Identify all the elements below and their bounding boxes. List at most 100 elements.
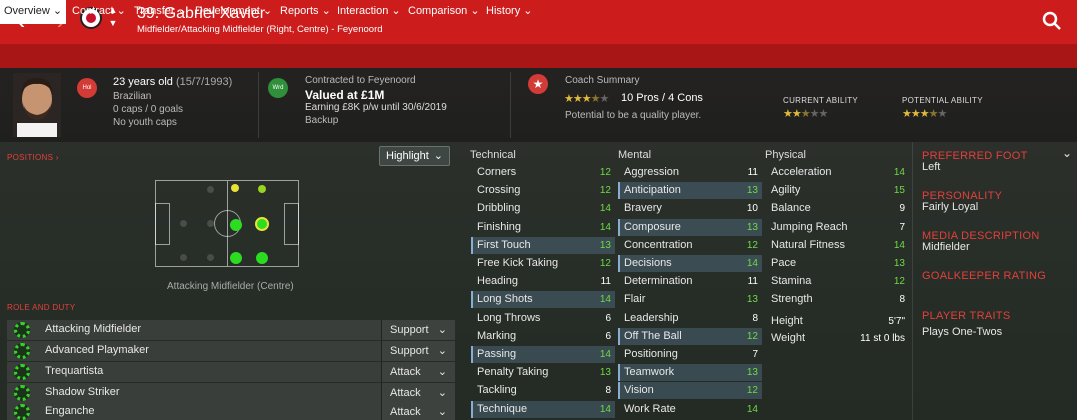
attribute-row[interactable]: Tackling 8 [471, 382, 615, 399]
attribute-value: 15 [893, 185, 905, 197]
attribute-row[interactable]: Free Kick Taking 12 [471, 255, 615, 272]
attribute-value: 11 [747, 276, 758, 288]
tab-overview[interactable]: Overview ⌄ [0, 0, 67, 24]
role-name: Advanced Playmaker [45, 344, 149, 356]
tab-transfer[interactable]: Transfer ⌄ [134, 0, 187, 24]
attribute-value: 7 [899, 221, 905, 233]
attribute-row[interactable]: Long Shots 14 [471, 291, 615, 309]
tab-reports[interactable]: Reports ⌄ [280, 0, 331, 24]
attribute-row[interactable]: Heading 11 [471, 273, 615, 290]
attribute-name: Penalty Taking [477, 366, 549, 379]
attribute-name: Finishing [477, 220, 522, 233]
attribute-value: 13 [746, 221, 758, 233]
attribute-row[interactable]: Finishing 14 [471, 219, 615, 236]
attribute-row[interactable]: Pace 13 [765, 255, 909, 272]
attribute-row[interactable]: Leadership 8 [618, 310, 762, 327]
attribute-name: Vision [624, 384, 654, 397]
tab-comparison[interactable]: Comparison ⌄ [408, 0, 480, 24]
player-value[interactable]: Valued at £1M [305, 88, 384, 102]
duty-dropdown[interactable]: Support ⌄ [381, 341, 455, 361]
pros-cons[interactable]: 10 Pros / 4 Cons [621, 92, 703, 104]
duty-dropdown[interactable]: Attack ⌄ [381, 383, 455, 403]
duty-dropdown[interactable]: Support ⌄ [381, 320, 455, 340]
attribute-row[interactable]: Work Rate 14 [618, 401, 762, 418]
attribute-row[interactable]: Stamina 12 [765, 273, 909, 290]
position-dot [207, 186, 214, 193]
attribute-name: Stamina [771, 275, 812, 288]
attribute-name: Long Throws [477, 311, 541, 324]
tab-contract[interactable]: Contract ⌄ [72, 0, 126, 24]
attribute-row[interactable]: Determination 11 [618, 273, 762, 290]
attribute-name: Aggression [624, 166, 680, 178]
attribute-row[interactable]: Natural Fitness 14 [765, 237, 909, 254]
role-row[interactable]: Advanced Playmaker Support ⌄ [7, 341, 455, 361]
role-row[interactable]: Trequartista Attack ⌄ [7, 362, 455, 382]
current-ability-label: CURRENT ABILITY [783, 96, 859, 105]
attribute-row[interactable]: Jumping Reach 7 [765, 219, 909, 236]
attribute-row[interactable]: Agility 15 [765, 182, 909, 199]
attribute-row[interactable]: Balance 9 [765, 200, 909, 217]
attribute-row[interactable]: Crossing 12 [471, 182, 615, 199]
coach-summary-text: Potential to be a quality player. [565, 110, 702, 121]
attribute-row[interactable]: Long Throws 6 [471, 310, 615, 327]
role-row[interactable]: Attacking Midfielder Support ⌄ [7, 320, 455, 340]
search-icon[interactable] [1041, 10, 1063, 32]
positions-label[interactable]: POSITIONS › [7, 153, 59, 162]
attribute-value: 8 [752, 312, 758, 324]
attribute-row[interactable]: First Touch 13 [471, 236, 615, 254]
role-icon [14, 322, 30, 338]
attribute-name: Long Shots [477, 293, 533, 306]
coach-summary-title: Coach Summary [565, 75, 640, 86]
attribute-row[interactable]: Off The Ball 12 [618, 327, 762, 345]
tab-interaction[interactable]: Interaction ⌄ [337, 0, 401, 24]
attribute-row[interactable]: Dribbling 14 [471, 200, 615, 217]
position-dot-mr [230, 252, 242, 264]
attribute-value: 10 [746, 203, 758, 215]
attribute-name: Heading [477, 275, 518, 288]
position-pitch[interactable] [155, 180, 299, 267]
attribute-row[interactable]: Vision 12 [618, 382, 762, 400]
attribute-name: Pace [771, 257, 797, 269]
attribute-row[interactable]: Flair 13 [618, 291, 762, 308]
attribute-row[interactable]: Composure 13 [618, 218, 762, 236]
attribute-name: Marking [477, 329, 517, 342]
player-age: 23 years old (15/7/1993) [113, 76, 233, 88]
highlight-dropdown[interactable]: Highlight ⌄ [379, 146, 450, 166]
attribute-row[interactable]: Acceleration 14 [765, 164, 909, 181]
attribute-row[interactable]: Concentration 12 [618, 237, 762, 254]
attribute-value: 12 [746, 330, 758, 342]
attribute-row[interactable]: Technique 14 [471, 400, 615, 418]
role-name: Attacking Midfielder [45, 323, 141, 335]
squad-status: Backup [305, 115, 339, 126]
attribute-name: Leadership [624, 311, 679, 324]
role-name: Enganche [45, 405, 95, 417]
chevron-down-icon[interactable]: ⌄ [1062, 146, 1072, 160]
attribute-row[interactable]: Aggression 11 [618, 164, 762, 181]
attribute-row[interactable]: Marking 6 [471, 328, 615, 345]
attribute-row[interactable]: Positioning 7 [618, 346, 762, 363]
page-subtitle: Midfielder/Attacking Midfielder (Right, … [137, 24, 383, 35]
role-row[interactable]: Shadow Striker Attack ⌄ [7, 383, 455, 403]
attribute-row[interactable]: Decisions 14 [618, 255, 762, 272]
attribute-name: Free Kick Taking [477, 257, 559, 269]
attribute-row[interactable]: Bravery 10 [618, 200, 762, 217]
duty-dropdown[interactable]: Attack ⌄ [381, 402, 455, 420]
physical-header: Physical [765, 149, 806, 161]
attribute-row[interactable]: Anticipation 13 [618, 182, 762, 200]
tab-history[interactable]: History ⌄ [486, 0, 533, 24]
role-row[interactable]: Enganche Attack ⌄ [7, 402, 455, 420]
duty-dropdown[interactable]: Attack ⌄ [381, 362, 455, 382]
attribute-value: 13 [893, 258, 905, 269]
attribute-value: 13 [746, 294, 758, 306]
attribute-row[interactable]: Strength 8 [765, 291, 909, 308]
attribute-row[interactable]: Penalty Taking 13 [471, 364, 615, 381]
tab-development[interactable]: Development ⌄ [195, 0, 272, 24]
attribute-name: Corners [477, 166, 517, 178]
attribute-row[interactable]: Passing 14 [471, 346, 615, 363]
attribute-row[interactable]: Corners 12 [471, 164, 615, 181]
position-dot-aml [231, 184, 239, 192]
potential-ability-stars: ★★★★★ [902, 108, 947, 120]
attribute-name: Flair [624, 293, 646, 306]
attribute-row[interactable]: Teamwork 13 [618, 364, 762, 382]
position-dot [207, 254, 214, 261]
